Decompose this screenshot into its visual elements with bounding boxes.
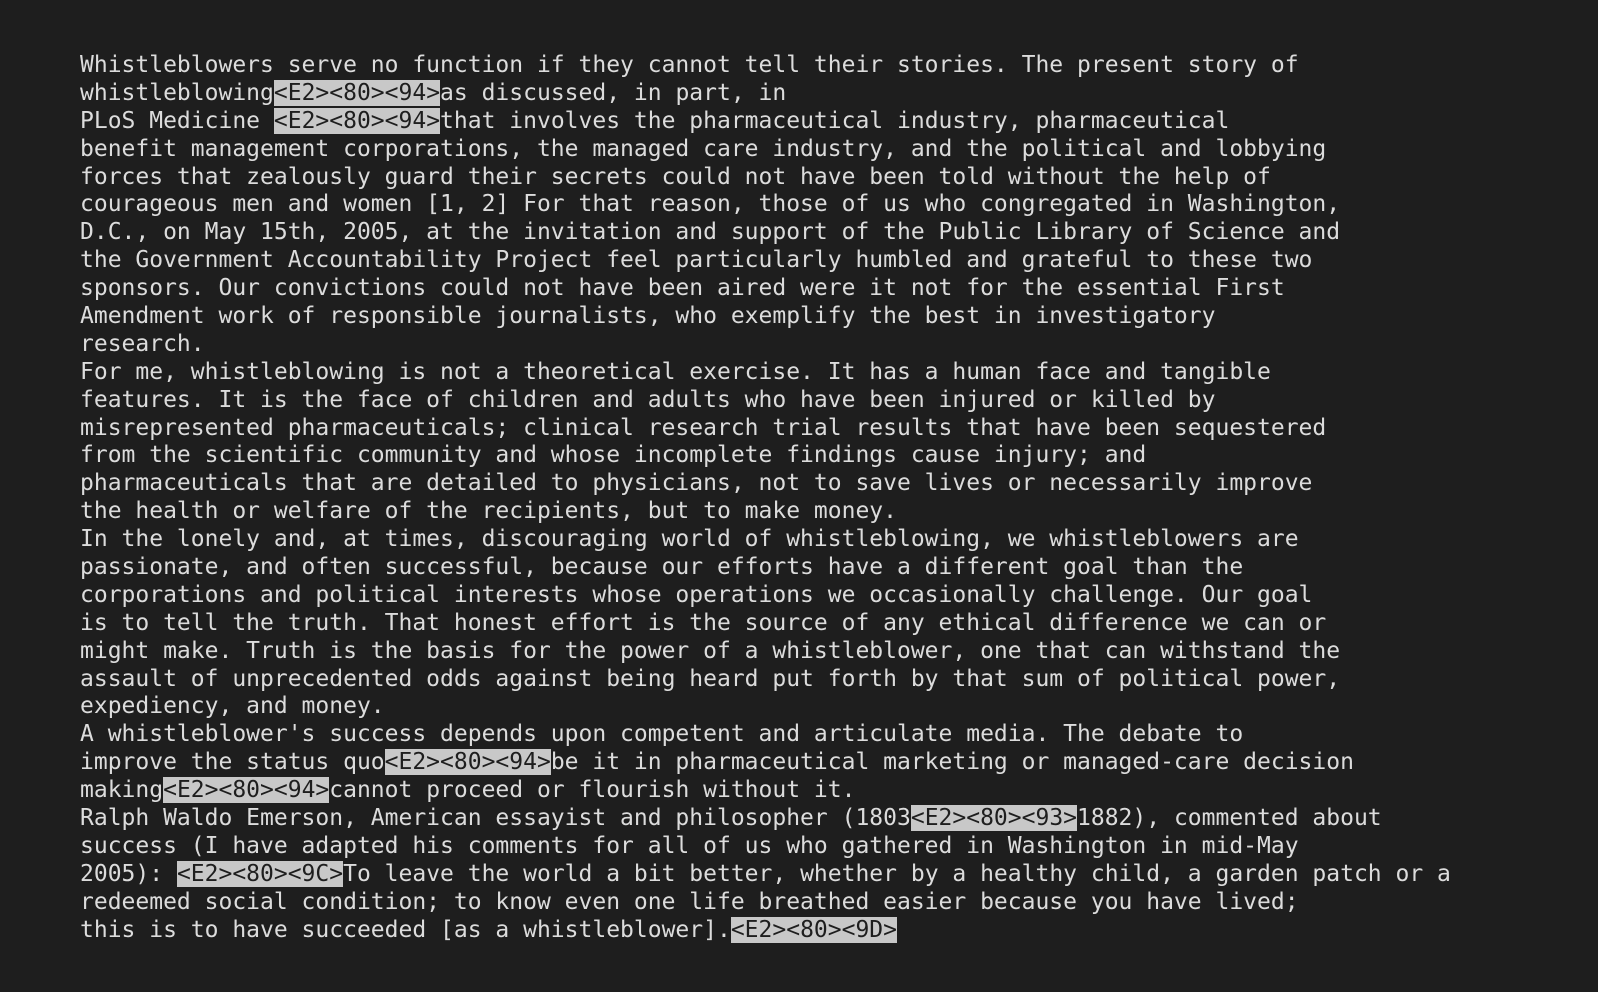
- text-segment: courageous men and women [1, 2] For that…: [80, 191, 1341, 218]
- text-line: assault of unprecedented odds against be…: [80, 666, 1598, 694]
- text-segment: research.: [80, 330, 205, 357]
- text-line: A whistleblower's success depends upon c…: [80, 721, 1598, 749]
- text-line: 2005): <E2><80><9C>To leave the world a …: [80, 860, 1598, 889]
- text-line: Amendment work of responsible journalist…: [80, 303, 1598, 331]
- text-segment: 2005):: [80, 860, 177, 887]
- text-line: Whistleblowers serve no function if they…: [80, 52, 1598, 80]
- text-segment: is to tell the truth. That honest effort…: [80, 609, 1327, 636]
- text-segment: PLoS Medicine: [80, 107, 274, 134]
- text-segment: expediency, and money.: [80, 693, 385, 720]
- text-segment: cannot proceed or flourish without it.: [329, 777, 856, 804]
- text-segment: might make. Truth is the basis for the p…: [80, 637, 1341, 664]
- text-line: forces that zealously guard their secret…: [80, 164, 1598, 192]
- text-line: success (I have adapted his comments for…: [80, 833, 1598, 861]
- text-line: pharmaceuticals that are detailed to phy…: [80, 470, 1598, 498]
- escaped-byte-sequence: <E2><80><94>: [273, 107, 441, 134]
- text-segment: redeemed social condition; to know even …: [80, 888, 1299, 915]
- text-segment: the Government Accountability Project fe…: [80, 247, 1313, 274]
- escaped-byte-sequence: <E2><80><94>: [163, 777, 330, 804]
- text-line: from the scientific community and whose …: [80, 442, 1598, 470]
- text-segment: D.C., on May 15th, 2005, at the invitati…: [80, 219, 1341, 246]
- text-line: expediency, and money.: [80, 693, 1598, 721]
- text-segment: sponsors. Our convictions could not have…: [80, 275, 1285, 302]
- text-line: corporations and political interests who…: [80, 582, 1598, 610]
- text-segment: misrepresented pharmaceuticals; clinical…: [80, 414, 1327, 441]
- text-segment: Whistleblowers serve no function if they…: [80, 52, 1299, 78]
- text-line: is to tell the truth. That honest effort…: [80, 610, 1598, 638]
- text-line: making<E2><80><94>cannot proceed or flou…: [80, 777, 1598, 805]
- text-segment: corporations and political interests who…: [80, 581, 1313, 608]
- text-line: improve the status quo<E2><80><94>be it …: [80, 749, 1598, 777]
- text-segment: that involves the pharmaceutical industr…: [440, 107, 1230, 134]
- escaped-byte-sequence: <E2><80><94>: [273, 79, 441, 106]
- text-segment: pharmaceuticals that are detailed to phy…: [80, 470, 1313, 497]
- text-segment: passionate, and often successful, becaus…: [80, 554, 1244, 581]
- text-segment: assault of unprecedented odds against be…: [80, 665, 1341, 692]
- text-line: courageous men and women [1, 2] For that…: [80, 191, 1598, 219]
- text-segment: whistleblowing: [80, 79, 274, 106]
- text-line: benefit management corporations, the man…: [80, 136, 1598, 164]
- text-line: might make. Truth is the basis for the p…: [80, 638, 1598, 666]
- text-segment: improve the status quo: [80, 749, 385, 776]
- text-segment: success (I have adapted his comments for…: [80, 832, 1299, 859]
- text-line: passionate, and often successful, becaus…: [80, 554, 1598, 582]
- terminal-output[interactable]: Whistleblowers serve no function if they…: [0, 0, 1598, 992]
- text-segment: 1882), commented about: [1077, 805, 1382, 832]
- text-segment: the health or welfare of the recipients,…: [80, 498, 897, 525]
- escaped-byte-sequence: <E2><80><94>: [384, 749, 551, 776]
- text-segment: forces that zealously guard their secret…: [80, 163, 1271, 190]
- text-segment: A whistleblower's success depends upon c…: [80, 721, 1244, 748]
- text-line: redeemed social condition; to know even …: [80, 889, 1598, 917]
- escaped-byte-sequence: <E2><80><93>: [910, 805, 1078, 832]
- text-segment: Amendment work of responsible journalist…: [80, 303, 1216, 330]
- text-segment: this is to have succeeded [as a whistleb…: [80, 916, 731, 943]
- escaped-byte-sequence: <E2><80><9C>: [176, 860, 344, 887]
- text-line: the health or welfare of the recipients,…: [80, 498, 1598, 526]
- text-segment: from the scientific community and whose …: [80, 442, 1147, 469]
- text-line: whistleblowing<E2><80><94>as discussed, …: [80, 79, 1598, 108]
- text-line: features. It is the face of children and…: [80, 387, 1598, 415]
- text-line: misrepresented pharmaceuticals; clinical…: [80, 415, 1598, 443]
- text-segment: as discussed, in part, in: [440, 79, 787, 106]
- text-segment: benefit management corporations, the man…: [80, 135, 1327, 162]
- text-line: research.: [80, 331, 1598, 359]
- text-line: In the lonely and, at times, discouragin…: [80, 526, 1598, 554]
- text-segment: For me, whistleblowing is not a theoreti…: [80, 358, 1271, 385]
- text-segment: Ralph Waldo Emerson, American essayist a…: [80, 805, 911, 832]
- text-segment: To leave the world a bit better, whether…: [343, 860, 1451, 887]
- text-segment: making: [80, 777, 164, 804]
- text-line: PLoS Medicine <E2><80><94>that involves …: [80, 107, 1598, 136]
- text-line: For me, whistleblowing is not a theoreti…: [80, 359, 1598, 387]
- text-segment: be it in pharmaceutical marketing or man…: [550, 749, 1354, 776]
- text-line: D.C., on May 15th, 2005, at the invitati…: [80, 219, 1598, 247]
- text-line: sponsors. Our convictions could not have…: [80, 275, 1598, 303]
- text-segment: In the lonely and, at times, discouragin…: [80, 526, 1299, 553]
- text-line: this is to have succeeded [as a whistleb…: [80, 916, 1598, 945]
- escaped-byte-sequence: <E2><80><9D>: [730, 916, 897, 943]
- text-line: the Government Accountability Project fe…: [80, 247, 1598, 275]
- text-line: Ralph Waldo Emerson, American essayist a…: [80, 805, 1598, 833]
- text-segment: features. It is the face of children and…: [80, 386, 1216, 413]
